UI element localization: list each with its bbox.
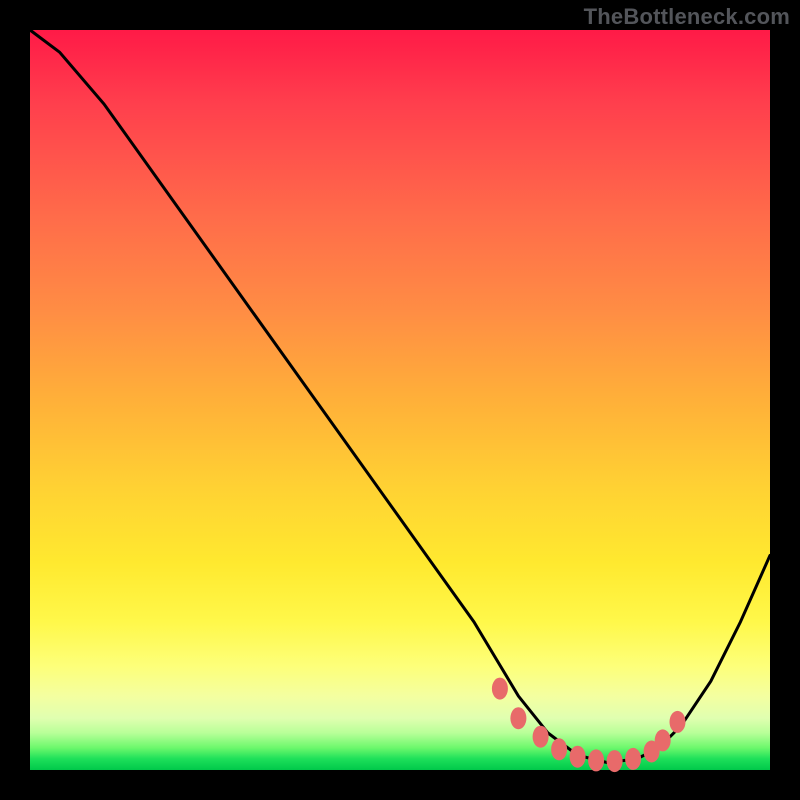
valley-markers bbox=[492, 678, 686, 773]
bottleneck-curve bbox=[30, 30, 770, 763]
chart-stage: TheBottleneck.com bbox=[0, 0, 800, 800]
valley-marker bbox=[670, 711, 686, 733]
watermark-text: TheBottleneck.com bbox=[584, 4, 790, 30]
valley-marker bbox=[655, 729, 671, 751]
valley-marker bbox=[492, 678, 508, 700]
plot-area bbox=[30, 30, 770, 770]
valley-marker bbox=[533, 726, 549, 748]
valley-marker bbox=[570, 746, 586, 768]
valley-marker bbox=[588, 749, 604, 771]
curve-svg bbox=[30, 30, 770, 770]
valley-marker bbox=[607, 750, 623, 772]
valley-marker bbox=[625, 748, 641, 770]
valley-marker bbox=[510, 707, 526, 729]
valley-marker bbox=[551, 738, 567, 760]
